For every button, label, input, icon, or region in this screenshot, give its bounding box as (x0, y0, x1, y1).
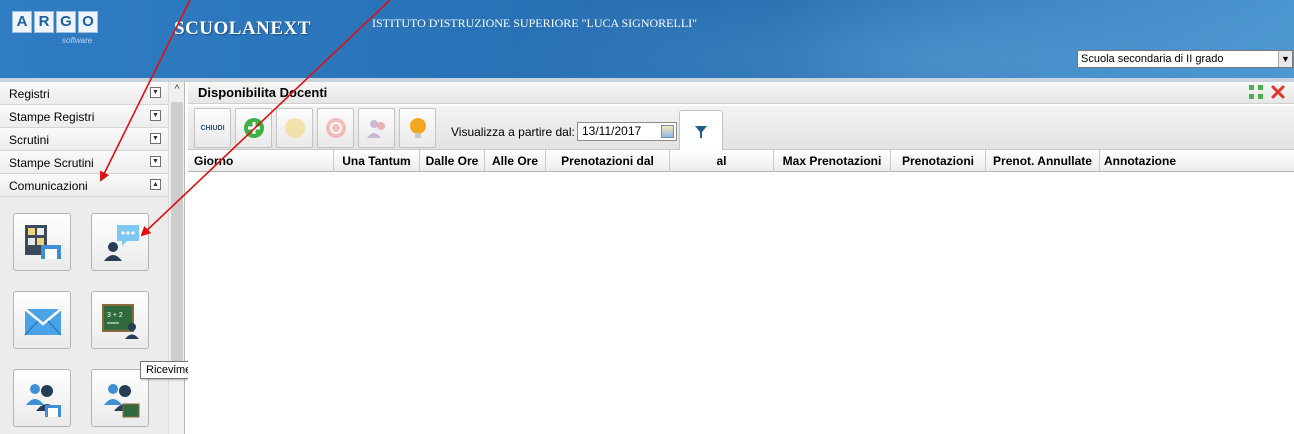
filter-button[interactable] (679, 110, 723, 150)
date-filter-label: Visualizza a partire dal: (451, 125, 575, 139)
lavagna-button[interactable]: 3 + 2 (91, 291, 149, 349)
main-panel: Disponibilita Docenti CHIUDI Visualizza … (188, 82, 1294, 434)
sidebar-item-label: Stampe Registri (9, 110, 95, 124)
close-button[interactable]: CHIUDI (194, 108, 231, 148)
logo-letter: G (56, 11, 76, 33)
page-title: Disponibilita Docenti (198, 85, 328, 100)
school-type-value: Scuola secondaria di II grado (1081, 53, 1224, 65)
column-header-prenotazioni-dal[interactable]: Prenotazioni dal (546, 150, 670, 172)
school-name: ISTITUTO D'ISTRUZIONE SUPERIORE "LUCA SI… (372, 16, 698, 30)
close-icon[interactable] (1270, 84, 1286, 100)
date-filter-input[interactable]: 13/11/2017 (577, 122, 677, 141)
plus-icon (244, 118, 264, 138)
chevron-down-icon[interactable]: ▼ (1278, 51, 1292, 67)
sidebar-item-stampe-registri[interactable]: Stampe Registri ▼ (0, 105, 168, 128)
column-header-al[interactable]: al (670, 150, 774, 172)
argo-logo: A R G O (12, 11, 98, 33)
users-icon (367, 120, 385, 138)
sidebar-item-registri[interactable]: Registri ▼ (0, 82, 168, 105)
delete-button[interactable] (317, 108, 354, 148)
date-filter-value: 13/11/2017 (582, 124, 642, 138)
column-header-alle-ore[interactable]: Alle Ore (485, 150, 546, 172)
lavagna-icon: 3 + 2 (102, 304, 139, 339)
app-header: A R G O software SCUOLANEXT ISTITUTO D'I… (0, 0, 1294, 78)
lightbulb-icon (410, 118, 426, 138)
expand-toggle-icon[interactable]: ▼ (150, 133, 161, 144)
column-header-prenotazioni[interactable]: Prenotazioni (891, 150, 986, 172)
delete-icon (326, 118, 346, 138)
column-header-max-prenotazioni[interactable]: Max Prenotazioni (774, 150, 891, 172)
gruppi-classe-button[interactable] (13, 369, 71, 427)
scroll-up-icon[interactable]: ^ (171, 84, 183, 96)
bacheca-icon (25, 225, 61, 259)
logo-letter: R (34, 11, 54, 33)
grid-body (188, 173, 1294, 434)
sidebar-item-label: Scrutini (9, 133, 50, 147)
gruppi-classe-icon (26, 384, 61, 417)
sidebar-scrollbar[interactable]: ^ (168, 82, 184, 434)
edit-icon (285, 118, 305, 138)
scrollbar-thumb[interactable] (171, 102, 183, 370)
sidebar-item-label: Comunicazioni (9, 179, 88, 193)
close-button-label: CHIUDI (200, 125, 225, 132)
info-button[interactable] (399, 108, 436, 148)
ricevimento-docenti-icon (104, 225, 139, 261)
calendar-icon[interactable] (661, 125, 674, 138)
column-header-dalle-ore[interactable]: Dalle Ore (420, 150, 485, 172)
logo-subtitle: software (62, 36, 93, 45)
svg-text:3 + 2: 3 + 2 (107, 312, 123, 319)
sidebar-item-label: Registri (9, 87, 50, 101)
brand-name: SCUOLANEXT (174, 18, 311, 39)
column-header-annotazione[interactable]: Annotazione (1100, 150, 1276, 172)
expand-toggle-icon[interactable]: ▼ (150, 156, 161, 167)
sidebar-item-comunicazioni[interactable]: Comunicazioni ▲ (0, 174, 168, 197)
logo-letter: A (12, 11, 32, 33)
panel-title-bar: Disponibilita Docenti (188, 82, 1294, 104)
comunicazioni-icon-panel: 3 + 2 (0, 197, 168, 434)
column-header-una-tantum[interactable]: Una Tantum (334, 150, 420, 172)
logo-letter: O (78, 11, 98, 33)
messaggi-button[interactable] (13, 291, 71, 349)
sidebar-item-stampe-scrutini[interactable]: Stampe Scrutini ▼ (0, 151, 168, 174)
messaggi-icon (24, 308, 62, 336)
expand-toggle-icon[interactable]: ▼ (150, 87, 161, 98)
gruppi-docenti-icon (104, 384, 140, 418)
grid-header: Giorno Una Tantum Dalle Ore Alle Ore Pre… (188, 150, 1294, 172)
collapse-toggle-icon[interactable]: ▲ (150, 179, 161, 190)
sidebar-item-scrutini[interactable]: Scrutini ▼ (0, 128, 168, 151)
add-button[interactable] (235, 108, 272, 148)
column-header-prenot-annullate[interactable]: Prenot. Annullate (986, 150, 1100, 172)
bacheca-button[interactable] (13, 213, 71, 271)
expand-icon[interactable] (1248, 84, 1264, 100)
edit-button[interactable] (276, 108, 313, 148)
users-button[interactable] (358, 108, 395, 148)
column-header-giorno[interactable]: Giorno (188, 150, 334, 172)
sidebar: Registri ▼ Stampe Registri ▼ Scrutini ▼ … (0, 82, 253, 434)
window-controls (1248, 84, 1286, 100)
school-type-select[interactable]: Scuola secondaria di II grado ▼ (1077, 50, 1293, 68)
ricevimento-docenti-button[interactable] (91, 213, 149, 271)
expand-toggle-icon[interactable]: ▼ (150, 110, 161, 121)
filter-icon (695, 126, 707, 138)
sidebar-item-label: Stampe Scrutini (9, 156, 94, 170)
toolbar: CHIUDI Visualizza a partire dal: 13/11/2… (188, 106, 1294, 150)
